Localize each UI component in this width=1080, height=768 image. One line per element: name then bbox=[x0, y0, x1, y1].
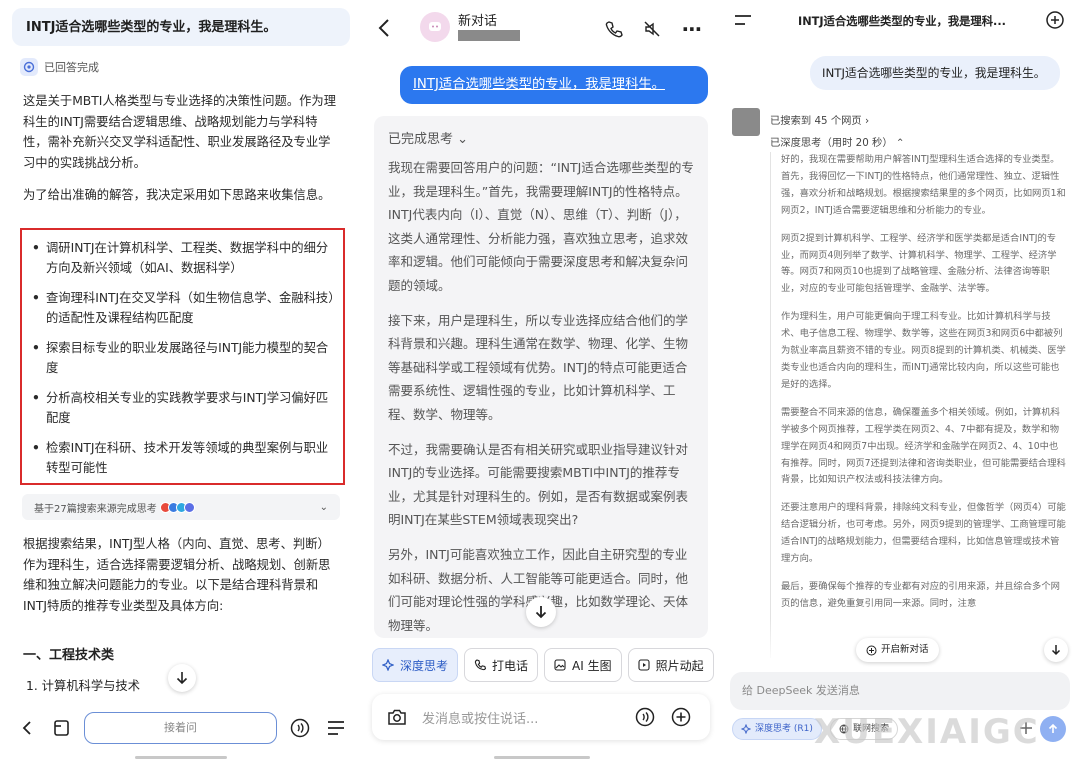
chevron-down-icon: ⌄ bbox=[457, 132, 469, 147]
subsection-heading: 1. 计算机科学与技术 bbox=[26, 679, 141, 693]
send-button[interactable] bbox=[1040, 716, 1066, 742]
assistant-logo-icon bbox=[20, 58, 38, 76]
thinking-paragraph: 不过，我需要确认是否有相关研究或职业指导建议针对INTJ的专业选择。可能需要搜索… bbox=[388, 441, 689, 528]
list-item: • 分析高校相关专业的实践教学要求与INTJ学习偏好匹配度 bbox=[32, 391, 329, 425]
message-input[interactable]: 发消息或按住说话... bbox=[372, 694, 710, 740]
tool-phone-call[interactable]: 打电话 bbox=[464, 648, 539, 682]
image-icon bbox=[554, 659, 566, 671]
research-steps-box: • 调研INTJ在计算机科学、工程类、数据学科中的细分方向及新兴领域（如AI、数据… bbox=[20, 228, 345, 485]
panel-3-chat: INTJ适合选哪些类型的专业，我是理科... INTJ适合选哪些类型的专业，我是… bbox=[722, 0, 1080, 768]
panel-2-chat: 新对话 ⋯ INTJ适合选哪些类型的专业，我是理科生。 已完成思考 ⌄ 我现在需… bbox=[362, 0, 722, 768]
thinking-content: 我现在需要回答用户的问题：“INTJ适合选哪些类型的专业，我是理科生。”首先，我… bbox=[388, 156, 694, 638]
phone-icon bbox=[474, 659, 487, 671]
more-icon[interactable]: ⋯ bbox=[678, 17, 706, 41]
search-results-toggle[interactable]: 已搜索到 45 个网页 › bbox=[770, 112, 869, 127]
mute-icon[interactable] bbox=[640, 17, 664, 41]
thinking-paragraph: 接下来，用户是理科生，所以专业选择应结合他们的学科背景和兴趣。理科生通常在数学、… bbox=[388, 312, 689, 422]
thinking-paragraph: 好的，我现在需要帮助用户解答INTJ型理科生适合选择的专业类型。首先，我得回忆一… bbox=[781, 154, 1066, 216]
phone-icon[interactable] bbox=[602, 17, 626, 41]
follow-up-input[interactable]: 接着问 bbox=[84, 712, 277, 744]
thinking-panel: 已完成思考 ⌄ 我现在需要回答用户的问题：“INTJ适合选哪些类型的专业，我是理… bbox=[374, 116, 708, 638]
voice-icon[interactable] bbox=[288, 716, 312, 740]
panel-1-chat: INTJ适合选哪些类型的专业，我是理科生。 已回答完成 这是关于MBTI人格类型… bbox=[0, 0, 362, 768]
new-chat-icon bbox=[866, 645, 877, 656]
section-heading: 一、工程技术类 bbox=[23, 648, 115, 663]
back-icon[interactable] bbox=[16, 716, 38, 740]
voice-icon[interactable] bbox=[634, 706, 656, 728]
new-chat-icon[interactable] bbox=[1044, 9, 1066, 31]
chevron-right-icon: › bbox=[865, 115, 870, 127]
user-question: INTJ适合选哪些类型的专业，我是理科生。 bbox=[12, 8, 350, 46]
list-item: • 查询理科INTJ在交叉学科（如生物信息学、金融科技）的适配性及课程结构匹配度 bbox=[32, 291, 335, 325]
camera-icon[interactable] bbox=[386, 706, 408, 728]
list-item: • 检索INTJ在科研、技术开发等领域的典型案例与职业转型可能性 bbox=[32, 441, 329, 475]
user-message-bubble: INTJ适合选哪些类型的专业，我是理科生。 bbox=[400, 66, 708, 104]
thinking-content: 好的，我现在需要帮助用户解答INTJ型理科生适合选择的专业类型。首先，我得回忆一… bbox=[770, 152, 1066, 658]
thinking-paragraph: 还要注意用户的理科背景，排除纯文科专业，但像哲学（网页4）可能结合逻辑分析，也可… bbox=[781, 502, 1066, 565]
list-item: • 调研INTJ在计算机科学、工程类、数据学科中的细分方向及新兴领域（如AI、数据… bbox=[32, 241, 329, 275]
avatar bbox=[732, 108, 760, 136]
thinking-paragraph: 需要整合不同来源的信息，确保覆盖多个相关领域。例如，计算机科学被多个网页推荐，工… bbox=[781, 406, 1066, 486]
chat-title: 新对话 bbox=[458, 14, 498, 29]
deep-think-icon bbox=[741, 724, 751, 734]
back-icon[interactable] bbox=[372, 16, 396, 40]
add-icon[interactable] bbox=[670, 706, 692, 728]
menu-icon[interactable] bbox=[324, 716, 348, 740]
thinking-paragraph: 作为理科生，用户可能更偏向于理工科专业。比如计算机科学与技术、电子信息工程、物理… bbox=[781, 311, 1066, 390]
redacted-subtitle bbox=[458, 30, 520, 41]
user-message-bubble: INTJ适合选哪些类型的专业，我是理科生。 bbox=[810, 56, 1060, 90]
scroll-down-button[interactable] bbox=[1044, 638, 1068, 662]
thinking-toggle[interactable]: 已完成思考 ⌄ bbox=[388, 128, 468, 147]
tool-ai-image[interactable]: AI 生图 bbox=[544, 648, 622, 682]
answer-status-label: 已回答完成 bbox=[44, 61, 99, 74]
intro-paragraph: 这是关于MBTI人格类型与专业选择的决策性问题。作为理科生的INTJ需要结合逻辑… bbox=[23, 94, 337, 170]
tool-photo-animate[interactable]: 照片动起 bbox=[627, 648, 714, 682]
menu-icon[interactable] bbox=[732, 10, 754, 30]
thinking-paragraph: 最后，要确保每个推荐的专业都有对应的引用来源，并且综合多个网页的信息，避免重复引… bbox=[781, 580, 1060, 609]
method-paragraph: 为了给出准确的解答，我决定采用如下思路来收集信息。 bbox=[23, 188, 331, 202]
thinking-paragraph: 我现在需要回答用户的问题：“INTJ适合选哪些类型的专业，我是理科生。”首先，我… bbox=[388, 160, 694, 293]
sources-label: 基于27篇搜索来源完成思考 bbox=[34, 503, 157, 515]
bottom-bar: 接着问 bbox=[0, 708, 362, 748]
tool-bar: 深度思考 打电话 AI 生图 照片动起 bbox=[372, 648, 722, 682]
deep-think-toggle[interactable]: 已深度思考（用时 20 秒） ⌃ bbox=[770, 134, 905, 149]
avatar bbox=[420, 12, 450, 42]
chevron-up-icon: ⌃ bbox=[895, 137, 905, 149]
answer-status: 已回答完成 bbox=[20, 58, 99, 76]
chat-header: 新对话 ⋯ bbox=[362, 0, 722, 56]
list-item: • 探索目标专业的职业发展路径与INTJ能力模型的契合度 bbox=[32, 341, 329, 375]
chevron-down-icon[interactable]: ⌄ bbox=[320, 502, 328, 513]
deep-think-toggle-chip[interactable]: 深度思考 (R1) bbox=[732, 718, 822, 740]
play-icon bbox=[638, 659, 650, 671]
thinking-paragraph: 网页2提到计算机科学、工程学、经济学和医学类都是适合INTJ的专业，而网页4则列… bbox=[781, 232, 1057, 295]
scroll-down-button[interactable] bbox=[526, 597, 556, 627]
watermark-text: XUEXIAIGC bbox=[814, 712, 1040, 752]
message-input-placeholder: 发消息或按住说话... bbox=[422, 712, 539, 727]
home-indicator bbox=[135, 756, 227, 759]
message-input[interactable]: 给 DeepSeek 发送消息 bbox=[730, 672, 1070, 710]
source-favicons bbox=[159, 501, 195, 513]
sources-summary[interactable]: 基于27篇搜索来源完成思考 ⌄ bbox=[22, 494, 340, 520]
new-chat-button[interactable]: 开启新对话 bbox=[856, 638, 939, 662]
new-window-icon[interactable] bbox=[50, 716, 74, 740]
answer-paragraph: 根据搜索结果，INTJ型人格（内向、直觉、思考、判断）作为理科生，适合选择需要逻… bbox=[23, 537, 331, 613]
chat-title: INTJ适合选哪些类型的专业，我是理科... bbox=[798, 15, 1006, 28]
deep-think-icon bbox=[382, 659, 394, 671]
scroll-down-button[interactable] bbox=[168, 664, 196, 692]
tool-deep-think[interactable]: 深度思考 bbox=[372, 648, 459, 682]
home-indicator bbox=[494, 756, 590, 759]
